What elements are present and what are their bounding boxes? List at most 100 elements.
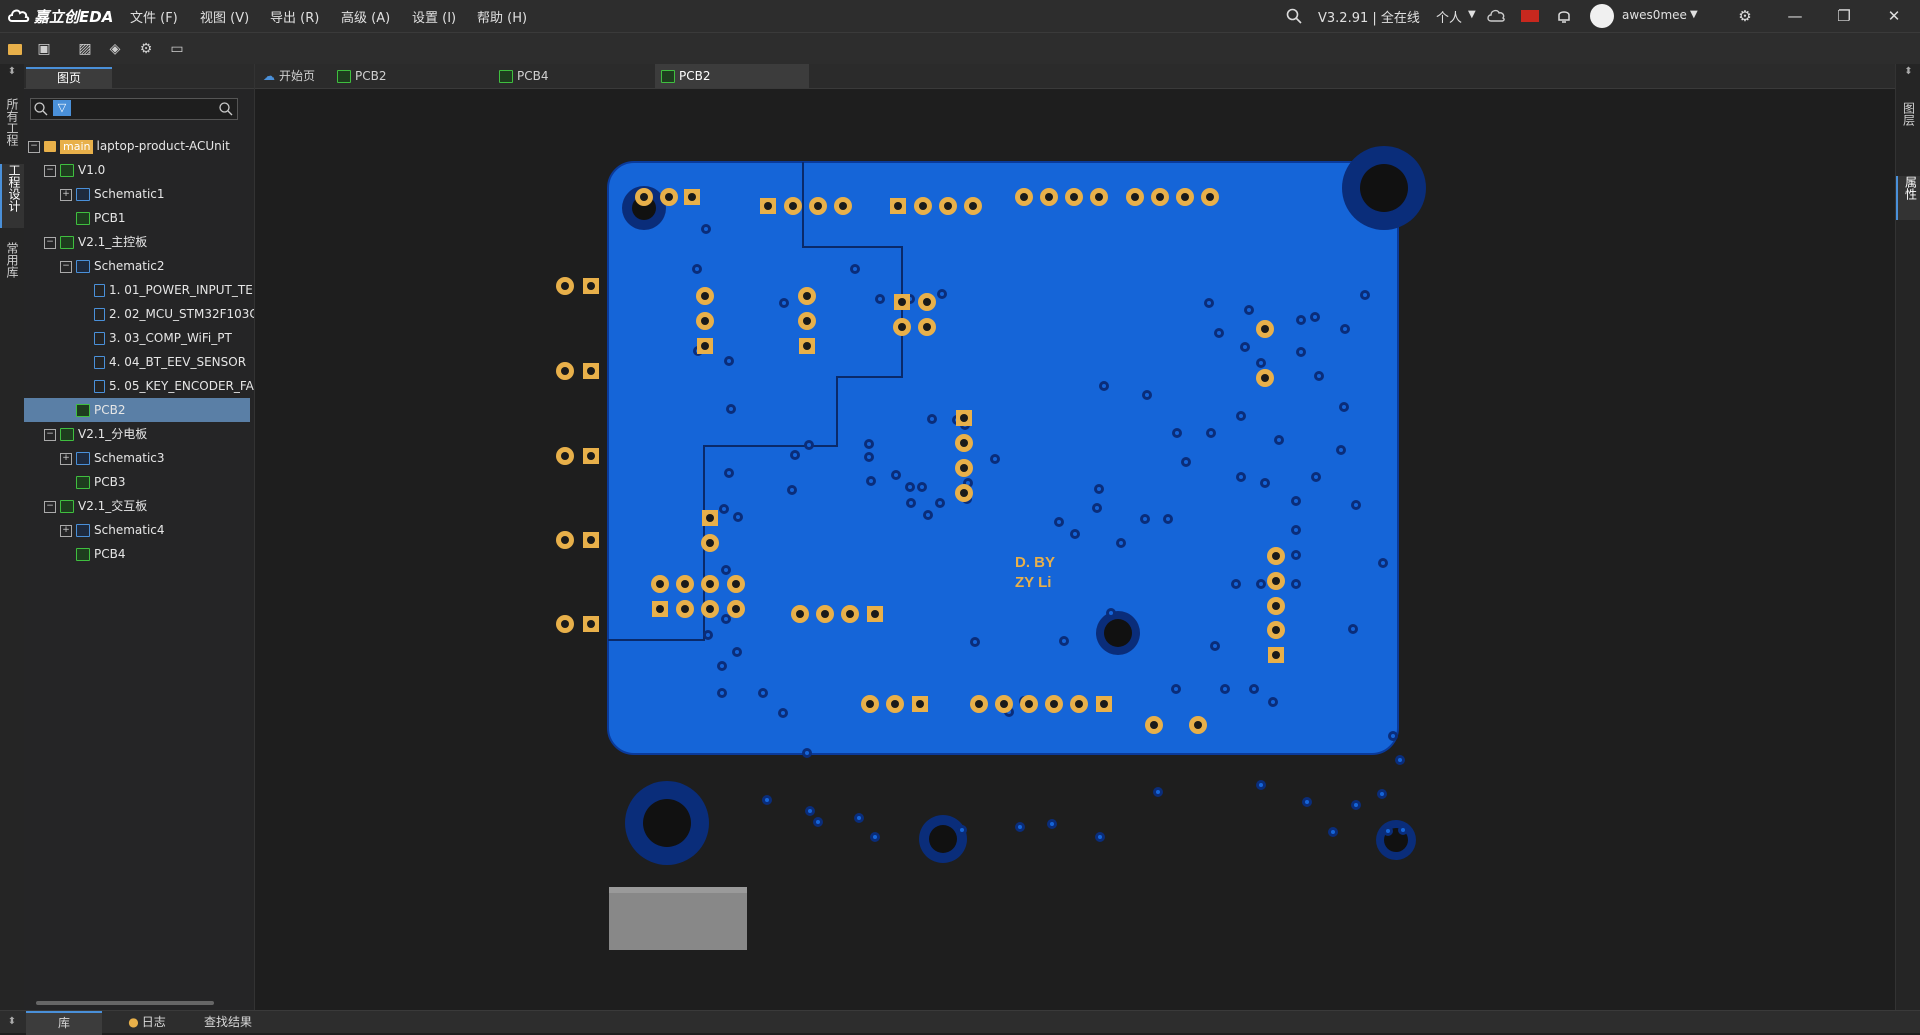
cloud-icon[interactable] [1486,6,1506,26]
tab-start-page[interactable]: ☁ 开始页 [257,64,329,88]
tree-sheet-4[interactable]: 4. 04_BT_EEV_SENSOR [24,350,254,374]
tree-sheet-1[interactable]: 1. 01_POWER_INPUT_TE [24,278,254,302]
tab-all-projects[interactable]: 所有工程 [0,98,24,158]
tree-sheet-2[interactable]: 2. 02_MCU_STM32F103C [24,302,254,326]
pad-hole [561,536,569,544]
restore-icon[interactable]: ❐ [1834,6,1854,26]
pad-hole [1100,700,1108,708]
tab-log[interactable]: ● 日志 [112,1011,182,1033]
filter-icon[interactable]: ▽ [53,100,71,116]
tree-sheet-3[interactable]: 3. 03_COMP_WiFi_PT [24,326,254,350]
settings-tool-icon[interactable]: ⚙ [136,39,156,59]
tree-pcb2[interactable]: PCB2 [24,398,250,422]
pad-hole [1272,651,1280,659]
3d-view-icon[interactable]: ◈ [105,39,125,59]
menu-settings[interactable]: 设置 (I) [412,7,456,26]
via-hole [909,501,913,505]
pad-hole [1261,374,1269,382]
expand-icon[interactable]: + [60,188,72,201]
tree-schematic1[interactable]: + Schematic1 [24,182,290,206]
tree-board-v1[interactable]: − V1.0 [24,158,274,182]
collapse-icon[interactable]: − [60,260,72,273]
collapse-icon[interactable]: − [44,164,56,177]
silkscreen-author-line1[interactable]: D. BY [1015,554,1055,571]
pin-icon[interactable]: ⬍ [0,1011,24,1033]
open-folder-icon[interactable] [5,39,25,59]
tree-sheet-5[interactable]: 5. 05_KEY_ENCODER_FAI [24,374,254,398]
tab-pcb2-active[interactable]: PCB2 [655,64,809,88]
menu-help[interactable]: 帮助 (H) [477,7,527,26]
menu-export[interactable]: 导出 (R) [270,7,319,26]
tree-schematic4[interactable]: + Schematic4 [24,518,290,542]
tree-board-power[interactable]: − V2.1_分电板 [24,422,274,446]
image-icon[interactable]: ▨ [75,39,95,59]
via-hole [1314,475,1318,479]
menu-bar: 嘉立创EDA 文件 (F) 视图 (V) 导出 (R) 高级 (A) 设置 (I… [0,0,1920,32]
pad-hole [923,323,931,331]
tree-schematic2[interactable]: − Schematic2 [24,254,290,278]
collapse-icon[interactable]: − [28,140,40,153]
username[interactable]: awes0mee [1622,8,1687,22]
via-hole [1166,517,1170,521]
tab-properties[interactable]: 属性 [1896,176,1920,220]
language-flag-icon[interactable] [1521,10,1539,22]
tab-pcb2[interactable]: PCB2 [331,64,491,88]
via-hole [867,455,871,459]
tab-common-library[interactable]: 常用库 [0,242,24,292]
pin-icon[interactable]: ⬍ [0,66,24,77]
via-hole [807,443,811,447]
pcb-icon [76,476,90,489]
pad-hole [1194,721,1202,729]
horizontal-scrollbar[interactable] [28,1000,250,1006]
via-hole [1207,301,1211,305]
collapse-icon[interactable]: − [44,428,56,441]
silkscreen-author-line2[interactable]: ZY Li [1015,574,1051,591]
user-menu-chevron-icon[interactable]: ▼ [1690,9,1698,20]
chevron-down-icon[interactable]: ▼ [1468,9,1476,20]
menu-view[interactable]: 视图 (V) [200,7,249,26]
workspace-selector[interactable]: 个人 [1436,7,1462,26]
expand-icon[interactable]: + [60,452,72,465]
sheet-icon [94,356,105,369]
tab-pages[interactable]: 图页 [26,67,112,89]
pcb-board-view[interactable]: D. BY ZY Li [255,89,1895,1010]
search-icon[interactable] [1284,6,1304,26]
search-submit-icon[interactable] [219,102,233,116]
tab-search-results[interactable]: 查找结果 [192,1011,264,1033]
menu-file[interactable]: 文件 (F) [130,7,178,26]
bell-icon[interactable] [1554,6,1574,26]
tab-pcb4[interactable]: PCB4 [493,64,653,88]
menu-advanced[interactable]: 高级 (A) [341,7,390,26]
expand-icon[interactable]: + [60,524,72,537]
via-hole [867,442,871,446]
mounting-hole-drill [929,825,957,853]
collapse-icon[interactable]: − [44,236,56,249]
via-hole [1354,503,1358,507]
collapse-icon[interactable]: − [44,500,56,513]
tab-layers[interactable]: 图层 [1896,102,1920,146]
tree-project-root[interactable]: − main laptop-product-ACUnit [24,134,258,158]
pcb-icon [76,212,90,225]
app-logo[interactable]: 嘉立创EDA [8,6,113,26]
gear-icon[interactable]: ⚙ [1735,6,1755,26]
save-icon[interactable]: ▣ [34,39,54,59]
via-hole [920,485,924,489]
tree-board-main[interactable]: − V2.1_主控板 [24,230,274,254]
pad-hole [1095,193,1103,201]
tab-project-design[interactable]: 工程设计 [0,164,26,228]
pcb-canvas[interactable]: D. BY ZY Li [255,89,1895,1010]
tree-schematic3[interactable]: + Schematic3 [24,446,290,470]
pad-hole [587,452,595,460]
tab-library[interactable]: 库 [26,1011,102,1035]
minimize-icon[interactable]: — [1785,6,1805,26]
pad-hole [814,202,822,210]
avatar[interactable] [1590,4,1614,28]
panel-layout-icon[interactable]: ▭ [167,39,187,59]
scrollbar-thumb[interactable] [36,1001,214,1005]
tree-board-ui[interactable]: − V2.1_交互板 [24,494,274,518]
via-hole [1391,734,1395,738]
pin-icon[interactable]: ⬍ [1896,66,1920,77]
close-icon[interactable]: ✕ [1884,6,1904,26]
search-input[interactable]: ▽ [30,98,238,120]
board-icon [60,236,74,249]
